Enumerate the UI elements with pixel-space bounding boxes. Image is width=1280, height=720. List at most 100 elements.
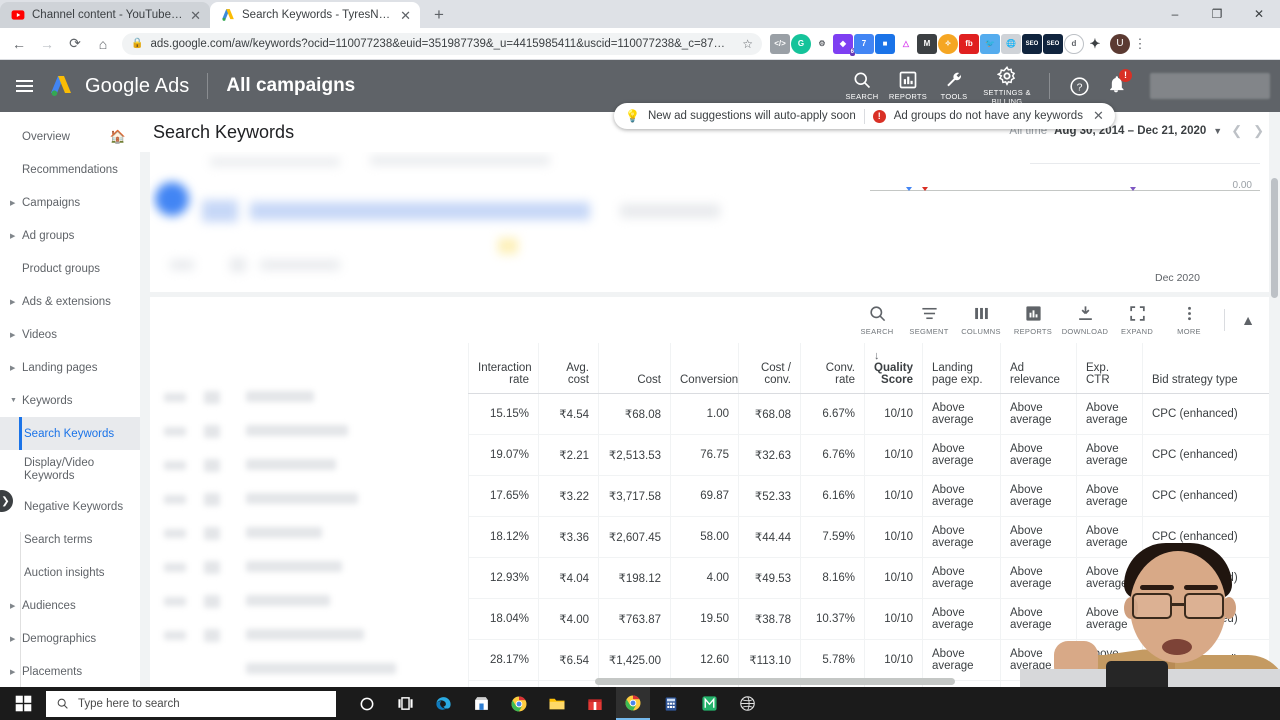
- avatar[interactable]: U: [1110, 34, 1130, 54]
- sidebar-item-keywords[interactable]: ▼ Keywords: [0, 384, 140, 417]
- brand[interactable]: Google Ads: [48, 74, 189, 98]
- star-icon[interactable]: ☆: [742, 37, 753, 51]
- code-icon[interactable]: </>: [770, 34, 790, 54]
- table-columns-button[interactable]: COLUMNS: [955, 304, 1007, 336]
- windows-taskbar: Type here to search: [0, 687, 1280, 720]
- globe-app-icon[interactable]: [730, 687, 764, 720]
- scrollbar-thumb[interactable]: [595, 678, 955, 685]
- chrome-icon[interactable]: [502, 687, 536, 720]
- table-col-cost-conv[interactable]: Cost / conv.: [739, 343, 801, 394]
- sidebar-item-demographics[interactable]: ▶ Demographics: [0, 622, 140, 655]
- puzzle-icon[interactable]: ✦: [1085, 34, 1105, 54]
- table-search-button[interactable]: SEARCH: [851, 304, 903, 336]
- browser-tab-0[interactable]: Channel content - YouTube Stud ✕: [0, 2, 210, 28]
- browser-tab-1[interactable]: Search Keywords - TyresNmore - ✕: [210, 2, 420, 28]
- sidebar-item-campaigns[interactable]: ▶ Campaigns: [0, 186, 140, 219]
- chevron-up-icon[interactable]: ▲: [1234, 312, 1262, 328]
- new-tab-button[interactable]: +: [426, 5, 452, 28]
- m-icon[interactable]: M: [917, 34, 937, 54]
- table-col-cost[interactable]: Cost: [599, 343, 671, 394]
- minimize-icon[interactable]: –: [1154, 7, 1196, 21]
- d-icon[interactable]: d: [1064, 34, 1084, 54]
- help-button[interactable]: ?: [1062, 76, 1096, 97]
- seoquake-icon[interactable]: SEO: [1043, 34, 1063, 54]
- hamburger-icon[interactable]: [0, 85, 48, 87]
- header-settings-billing-button[interactable]: SETTINGS &BILLING: [977, 66, 1037, 106]
- keyword-icon[interactable]: △: [896, 34, 916, 54]
- horizontal-scrollbar[interactable]: [595, 678, 1010, 687]
- close-window-icon[interactable]: ✕: [1238, 7, 1280, 21]
- microsoft-store-icon[interactable]: [464, 687, 498, 720]
- close-icon[interactable]: ✕: [190, 9, 201, 22]
- seo-icon[interactable]: SEO: [1022, 34, 1042, 54]
- table-expand-button[interactable]: EXPAND: [1111, 304, 1163, 336]
- address-bar[interactable]: 🔒 ads.google.com/aw/keywords?ocid=110077…: [122, 33, 762, 55]
- globe-icon[interactable]: 🌐: [1001, 34, 1021, 54]
- table-col-exp-ctr[interactable]: Exp. CTR: [1077, 343, 1143, 394]
- table-col-ad-relevance[interactable]: Ad relevance: [1001, 343, 1077, 394]
- person-eyebrow: [1140, 585, 1174, 590]
- table-col-avg-cost[interactable]: Avg. cost: [539, 343, 599, 394]
- table-col-landing-page-exp[interactable]: Landing page exp.: [923, 343, 1001, 394]
- notifications-button[interactable]: !: [1096, 74, 1136, 99]
- table-col-bid-strategy[interactable]: Bid strategy type: [1143, 343, 1271, 394]
- edge-icon[interactable]: [426, 687, 460, 720]
- grammarly-icon[interactable]: G: [791, 34, 811, 54]
- analytics-icon[interactable]: ■: [875, 34, 895, 54]
- home-icon[interactable]: ⌂: [90, 31, 116, 57]
- reload-icon[interactable]: ⟳: [62, 31, 88, 57]
- task-view-icon[interactable]: [388, 687, 422, 720]
- scrollbar-thumb[interactable]: [1271, 178, 1278, 298]
- calculator-icon[interactable]: [654, 687, 688, 720]
- chevron-down-icon[interactable]: ▼: [1213, 126, 1222, 136]
- sidebar-item-ads-extensions[interactable]: ▶ Ads & extensions: [0, 285, 140, 318]
- facebook-icon[interactable]: fb: [959, 34, 979, 54]
- tag-manager-icon[interactable]: ◆6: [833, 34, 853, 54]
- sidebar-item-display-video-keywords[interactable]: Display/Video Keywords: [0, 450, 140, 490]
- xmind-icon[interactable]: [692, 687, 726, 720]
- sidebar-item-product-groups[interactable]: Product groups: [0, 252, 140, 285]
- maximize-icon[interactable]: ❐: [1196, 7, 1238, 21]
- header-tools-button[interactable]: TOOLS: [931, 70, 977, 102]
- sidebar-item-ad-groups[interactable]: ▶ Ad groups: [0, 219, 140, 252]
- sidebar-item-landing-pages[interactable]: ▶ Landing pages: [0, 351, 140, 384]
- gift-icon[interactable]: [578, 687, 612, 720]
- clipboard-icon[interactable]: 7: [854, 34, 874, 54]
- chrome-active-icon[interactable]: [616, 687, 650, 720]
- close-icon[interactable]: ✕: [1093, 108, 1104, 124]
- chevron-right-icon[interactable]: ❯: [1251, 123, 1266, 139]
- sidebar-item-audiences[interactable]: ▶ Audiences: [0, 589, 140, 622]
- table-download-button[interactable]: DOWNLOAD: [1059, 304, 1111, 336]
- sidebar-item-search-terms[interactable]: Search terms: [0, 523, 140, 556]
- cortana-icon[interactable]: [350, 687, 384, 720]
- header-account-search[interactable]: [1150, 73, 1270, 99]
- table-col-conv-rate[interactable]: Conv. rate: [801, 343, 865, 394]
- file-explorer-icon[interactable]: [540, 687, 574, 720]
- forward-icon[interactable]: →: [34, 31, 60, 57]
- table-col-quality-score[interactable]: ↓ Quality Score: [865, 343, 923, 394]
- chevron-left-icon[interactable]: ❮: [1229, 123, 1244, 139]
- sidebar-item-placements[interactable]: ▶ Placements: [0, 655, 140, 687]
- table-col-interaction-rate[interactable]: Interaction rate: [469, 343, 539, 394]
- sidebar-item-search-keywords[interactable]: Search Keywords: [0, 417, 140, 450]
- twitter-icon[interactable]: 🐦: [980, 34, 1000, 54]
- windows-start-icon[interactable]: [0, 695, 46, 712]
- close-icon[interactable]: ✕: [400, 9, 411, 22]
- sidebar-item-negative-keywords[interactable]: Negative Keywords: [0, 490, 140, 523]
- similarweb-icon[interactable]: ✧: [938, 34, 958, 54]
- home-icon[interactable]: 🏠: [110, 129, 126, 145]
- header-search-button[interactable]: SEARCH: [839, 70, 885, 102]
- sidebar-item-recommendations[interactable]: Recommendations: [0, 153, 140, 186]
- sidebar-item-auction-insights[interactable]: Auction insights: [0, 556, 140, 589]
- bug-icon[interactable]: ⚙: [812, 34, 832, 54]
- table-more-button[interactable]: MORE: [1163, 304, 1215, 336]
- table-reports-button[interactable]: REPORTS: [1007, 304, 1059, 336]
- table-segment-button[interactable]: SEGMENT: [903, 304, 955, 336]
- taskbar-search-input[interactable]: Type here to search: [46, 691, 336, 717]
- kebab-menu-icon[interactable]: ⋮: [1131, 36, 1149, 52]
- table-col-conversions[interactable]: Conversions: [671, 343, 739, 394]
- sidebar-item-videos[interactable]: ▶ Videos: [0, 318, 140, 351]
- header-reports-button[interactable]: REPORTS: [885, 70, 931, 102]
- sidebar-item-overview[interactable]: Overview 🏠: [0, 120, 140, 153]
- back-icon[interactable]: ←: [6, 31, 32, 57]
